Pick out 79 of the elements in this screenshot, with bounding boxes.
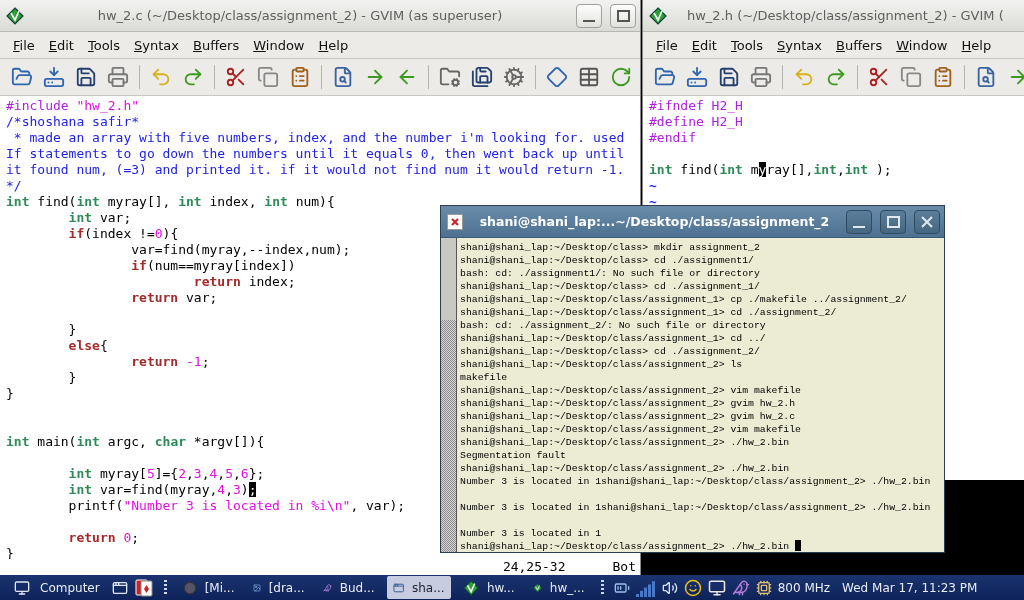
terminal-line: shani@shani_lap:~/Desktop/class> mkdir assignment_2 bbox=[460, 241, 761, 254]
menu-item[interactable]: Syntax bbox=[127, 37, 186, 53]
menu-item[interactable]: Help bbox=[311, 37, 356, 53]
menu-item[interactable]: Window bbox=[889, 37, 955, 53]
code-line: return index; bbox=[192, 274, 296, 290]
terminal-line: shani@shani_lap:~/Desktop/class> cd ./assignment_2/ bbox=[460, 345, 761, 358]
empty-line-marker: ~ bbox=[649, 194, 658, 210]
code-line: } bbox=[6, 386, 14, 402]
terminal-line: shani@shani_lap:~/Desktop/class/assignment_2> ./hw_2.bin bbox=[460, 436, 791, 449]
terminal-line: Number 3 is located in 1 bbox=[460, 527, 603, 540]
code-line: */ bbox=[6, 178, 22, 194]
task-button[interactable]: [Mi... bbox=[176, 576, 241, 599]
code-line: } bbox=[67, 370, 77, 386]
terminal-line: bash: cd: ./assignment_2/: No such file or directory bbox=[460, 319, 767, 332]
code-line: it found num, (=3) and printed it. if it would not find num it would return -1. bbox=[6, 162, 625, 178]
code-line: #endif bbox=[649, 130, 696, 146]
window-title: hw_2.h (~/Desktop/class/assignment_2) - GVIM ( bbox=[686, 8, 1005, 23]
code-line: int find(int myray[],int,int ); bbox=[649, 162, 892, 178]
code-line: int var=find(myray,4,3); bbox=[67, 482, 257, 498]
task-button[interactable]: Bud... bbox=[316, 576, 381, 599]
terminal-line: shani@shani_lap:~/Desktop/class/assignment_2> ls bbox=[460, 358, 744, 371]
code-line: if(index !=0){ bbox=[67, 226, 179, 242]
terminal-line: shani@shani_lap:~/Desktop/class> cd ./assignment1/ bbox=[460, 254, 755, 267]
code-line: /*shoshana safir* bbox=[6, 114, 140, 130]
clock[interactable]: Wed Mar 17, 11:23 PM bbox=[842, 580, 978, 595]
task-button[interactable]: [dra... bbox=[246, 576, 311, 599]
terminal-line: shani@shani_lap:~/Desktop/class/assignment_2> ./hw_2.bin bbox=[460, 462, 791, 475]
terminal-line: shani@shani_lap:~/Desktop/class> cd ./assignment_1/ bbox=[460, 280, 761, 293]
terminal-line: shani@shani_lap:~/Desktop/class/assignment_2> ./hw_2.bin bbox=[460, 540, 944, 552]
empty-line-marker: ~ bbox=[649, 178, 658, 194]
menu-item[interactable]: Buffers bbox=[185, 37, 247, 53]
code-line: else{ bbox=[67, 338, 108, 354]
menu-item[interactable]: Tools bbox=[80, 37, 127, 53]
code-line: if(num==myray[index]) bbox=[130, 258, 296, 274]
code-line: #ifndef H2_H bbox=[649, 98, 743, 114]
terminal-line: shani@shani_lap:~/Desktop/class/assignment_2> gvim hw_2.c bbox=[460, 410, 797, 423]
menu-item[interactable]: Help bbox=[954, 37, 999, 53]
code-line: int myray[5]={2,3,4,5,6}; bbox=[67, 466, 265, 482]
terminal-line: shani@shani_lap:~/Desktop/class/assignment_1> cp ./makefile ../assignment_2/ bbox=[460, 293, 908, 306]
terminal-line: shani@shani_lap:~/Desktop/class/assignment_1> cd ../ bbox=[460, 332, 767, 345]
code-line: int var; bbox=[67, 210, 132, 226]
code-line: } bbox=[67, 322, 77, 338]
menu-item[interactable]: Edit bbox=[684, 37, 724, 53]
terminal-line: Number 3 is located in 1shani@shani_lap:~/Desktop/class/assignment_2> ./hw_2.bin bbox=[460, 475, 932, 488]
code-line: int main(int argc, char *argv[]){ bbox=[6, 434, 265, 450]
terminal-line: shani@shani_lap:~/Desktop/class/assignment_2> vim makefile bbox=[460, 384, 802, 397]
menu-item[interactable]: Syntax bbox=[770, 37, 829, 53]
code-line: #define H2_H bbox=[649, 114, 743, 130]
cursor-position: 24,25-32 bbox=[502, 559, 566, 575]
terminal-line: makefile bbox=[460, 371, 509, 384]
code-line: return 0; bbox=[67, 530, 140, 546]
code-line: int find(int myray[], int index, int num){ bbox=[6, 194, 335, 210]
terminal-line: Segmentation fault bbox=[460, 449, 567, 462]
terminal-line: Number 3 is located in 1shani@shani_lap:~/Desktop/class/assignment_2> ./hw_2.bin bbox=[460, 501, 932, 514]
window-title: shani@shani_lap:...~/Desktop/class/assignment_2 bbox=[478, 214, 831, 229]
menu-item[interactable]: Window bbox=[246, 37, 312, 53]
terminal-line: shani@shani_lap:~/Desktop/class/assignment_2> vim makefile bbox=[460, 423, 802, 436]
task-button[interactable]: sha... bbox=[386, 576, 451, 599]
terminal-line: shani@shani_lap:~/Desktop/class/assignment_1> cd ./assignment_2/ bbox=[460, 306, 838, 319]
code-line: If statements to go down the numbers until it equals 0, then went back up until bbox=[6, 146, 625, 162]
menu-item[interactable]: File bbox=[649, 37, 685, 53]
code-line: * made an array with five numbers, index, and the number i'm looking for. used bbox=[12, 130, 625, 146]
task-button[interactable]: hw_... bbox=[526, 576, 591, 599]
menu-item[interactable]: Edit bbox=[41, 37, 81, 53]
terminal-line: shani@shani_lap:~/Desktop/class/assignment_2> gvim hw_2.h bbox=[460, 397, 797, 410]
cpu-frequency: 800 MHz bbox=[777, 580, 831, 595]
task-button[interactable]: hw... bbox=[456, 576, 521, 599]
menu-item[interactable]: Tools bbox=[723, 37, 770, 53]
menu-item[interactable]: File bbox=[6, 37, 42, 53]
window-title: hw_2.c (~/Desktop/class/assignment_2) - GVIM (as superuser) bbox=[96, 8, 504, 23]
code-line: return var; bbox=[130, 290, 218, 306]
code-line: printf("Number 3 is located in %i\n", var); bbox=[67, 498, 406, 514]
code-line: return -1; bbox=[130, 354, 210, 370]
scroll-position: Bot bbox=[612, 559, 636, 575]
start-button[interactable]: Computer bbox=[4, 576, 106, 599]
code-line: #include "hw_2.h" bbox=[6, 98, 140, 114]
terminal-line: bash: cd: ./assignment1/: No such file or directory bbox=[460, 267, 761, 280]
code-line: var=find(myray,--index,num); bbox=[130, 242, 351, 258]
menu-item[interactable]: Buffers bbox=[828, 37, 890, 53]
